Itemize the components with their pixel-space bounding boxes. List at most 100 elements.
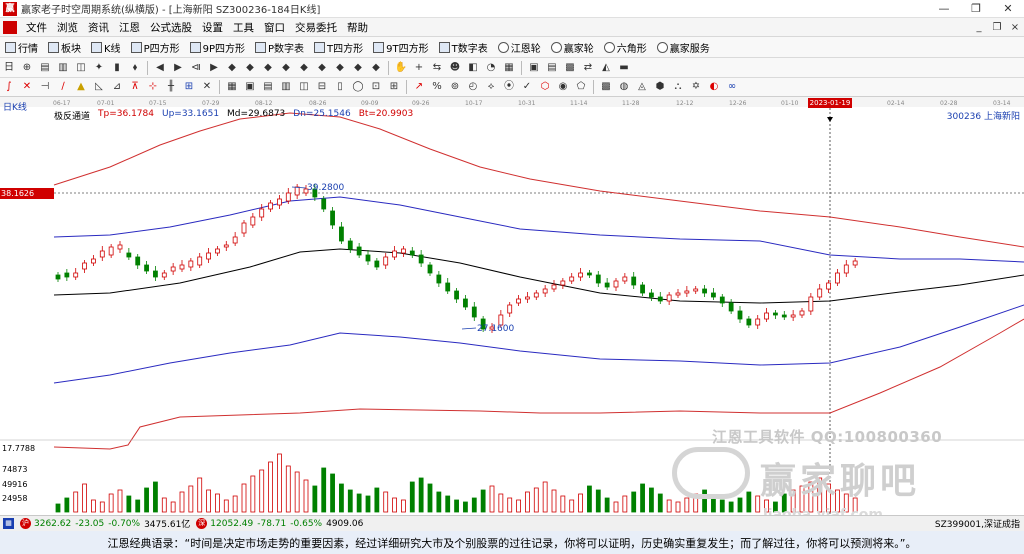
toolbar-button[interactable]: 板块 [43, 37, 86, 58]
drawing-tool-icon[interactable]: ◉ [556, 80, 570, 94]
chart-tool-icon[interactable]: ⧏ [189, 61, 203, 75]
drawing-tool-icon[interactable]: ✕ [200, 80, 214, 94]
toolbar-button[interactable]: 江恩轮 [493, 37, 546, 58]
toolbar-button[interactable]: T四方形 [309, 37, 368, 58]
chart-tool-icon[interactable]: ◆ [315, 61, 329, 75]
chart-tool-icon[interactable]: ✦ [92, 61, 106, 75]
menu-item[interactable]: 交易委托 [290, 20, 342, 35]
mdi-minimize-button[interactable]: _ [970, 22, 988, 33]
chart-tool-icon[interactable]: ▶ [207, 61, 221, 75]
drawing-tool-icon[interactable]: % [430, 80, 444, 94]
drawing-tool-icon[interactable]: ◬ [635, 80, 649, 94]
drawing-tool-icon[interactable]: ◺ [92, 80, 106, 94]
drawing-tool-icon[interactable]: ▲ [74, 80, 88, 94]
toolbar-button[interactable]: P四方形 [126, 37, 185, 58]
toolbar-button[interactable]: 9P四方形 [185, 37, 250, 58]
drawing-tool-icon[interactable]: ✡ [689, 80, 703, 94]
chart-tool-icon[interactable]: ◧ [466, 61, 480, 75]
drawing-tool-icon[interactable]: ⬠ [574, 80, 588, 94]
menu-item[interactable]: 工具 [228, 20, 259, 35]
chart-tool-icon[interactable]: ▩ [563, 61, 577, 75]
drawing-tool-icon[interactable]: ◍ [617, 80, 631, 94]
toolbar-button[interactable]: 赢家服务 [652, 37, 715, 58]
drawing-tool-icon[interactable]: ⊞ [182, 80, 196, 94]
drawing-tool-icon[interactable]: ⛬ [671, 80, 685, 94]
chart-tool-icon[interactable]: ⇄ [581, 61, 595, 75]
drawing-tool-icon[interactable]: ▥ [279, 80, 293, 94]
grid-icon[interactable]: ▦ [3, 518, 14, 529]
drawing-tool-icon[interactable]: ▤ [261, 80, 275, 94]
chart-tool-icon[interactable]: ◔ [484, 61, 498, 75]
drawing-tool-icon[interactable]: ∞ [725, 80, 739, 94]
chart-tool-icon[interactable]: ⬧ [128, 61, 142, 75]
drawing-tool-icon[interactable]: ⊞ [387, 80, 401, 94]
drawing-tool-icon[interactable]: ◫ [297, 80, 311, 94]
drawing-tool-icon[interactable]: ▣ [243, 80, 257, 94]
drawing-tool-icon[interactable]: ⊿ [110, 80, 124, 94]
drawing-tool-icon[interactable]: ▯ [333, 80, 347, 94]
chart-tool-icon[interactable]: ▮ [110, 61, 124, 75]
chart-tool-icon[interactable]: ◆ [297, 61, 311, 75]
chart-tool-icon[interactable]: ◆ [333, 61, 347, 75]
chart-tool-icon[interactable]: ◆ [279, 61, 293, 75]
drawing-tool-icon[interactable]: ◴ [466, 80, 480, 94]
drawing-tool-icon[interactable]: ✓ [520, 80, 534, 94]
drawing-tool-icon[interactable]: ↗ [412, 80, 426, 94]
drawing-tool-icon[interactable]: ✕ [20, 80, 34, 94]
drawing-tool-icon[interactable]: ⊡ [369, 80, 383, 94]
chart-tool-icon[interactable]: + [412, 61, 426, 75]
chart-tool-icon[interactable]: ◆ [261, 61, 275, 75]
chart-tool-icon[interactable]: ▤ [38, 61, 52, 75]
close-button[interactable]: ✕ [992, 0, 1024, 18]
toolbar-button[interactable]: 六角形 [599, 37, 652, 58]
toolbar-button[interactable]: 行情 [0, 37, 43, 58]
chart-tool-icon[interactable]: ▣ [527, 61, 541, 75]
minimize-button[interactable]: — [928, 0, 960, 18]
toolbar-button[interactable]: T数字表 [434, 37, 493, 58]
chart-tool-icon[interactable]: ▶ [171, 61, 185, 75]
chart-tool-icon[interactable]: ◀ [153, 61, 167, 75]
drawing-tool-icon[interactable]: ◐ [707, 80, 721, 94]
drawing-tool-icon[interactable]: ⬡ [538, 80, 552, 94]
kline-chart[interactable]: 06-17 07-01 07-15 07-29 08-12 08-26 09-09 09-26… [0, 97, 1024, 523]
chart-tool-icon[interactable]: ▦ [502, 61, 516, 75]
toolbar-button[interactable]: P数字表 [250, 37, 309, 58]
chart-tool-icon[interactable]: ◭ [599, 61, 613, 75]
menu-item[interactable]: 帮助 [342, 20, 373, 35]
mdi-restore-button[interactable]: ❐ [988, 22, 1006, 33]
menu-item[interactable]: 江恩 [114, 20, 145, 35]
menu-item[interactable]: 资讯 [83, 20, 114, 35]
chart-tool-icon[interactable]: ⇆ [430, 61, 444, 75]
chart-tool-icon[interactable]: ◆ [351, 61, 365, 75]
drawing-tool-icon[interactable]: ⊟ [315, 80, 329, 94]
toolbar-button[interactable]: 9T四方形 [368, 37, 433, 58]
drawing-tool-icon[interactable]: ⊚ [448, 80, 462, 94]
drawing-tool-icon[interactable]: ⬢ [653, 80, 667, 94]
mdi-close-button[interactable]: × [1006, 22, 1024, 33]
chart-tool-icon[interactable]: ⊕ [20, 61, 34, 75]
chart-tool-icon[interactable]: 日 [2, 61, 16, 75]
chart-tool-icon[interactable]: ☻ [448, 61, 462, 75]
drawing-tool-icon[interactable]: ∫ [2, 80, 16, 94]
drawing-tool-icon[interactable]: ▩ [599, 80, 613, 94]
chart-tool-icon[interactable]: ◫ [74, 61, 88, 75]
drawing-tool-icon[interactable]: ∕ [56, 80, 70, 94]
drawing-tool-icon[interactable]: ⦿ [502, 80, 516, 94]
menu-item[interactable]: 设置 [197, 20, 228, 35]
drawing-tool-icon[interactable]: ⊼ [128, 80, 142, 94]
chart-tool-icon[interactable]: ▬ [617, 61, 631, 75]
toolbar-button[interactable]: 赢家轮 [546, 37, 599, 58]
drawing-tool-icon[interactable]: ╫ [164, 80, 178, 94]
menu-item[interactable]: 公式选股 [145, 20, 197, 35]
menu-item[interactable]: 浏览 [52, 20, 83, 35]
chart-tool-icon[interactable]: ◆ [225, 61, 239, 75]
drawing-tool-icon[interactable]: ⊣ [38, 80, 52, 94]
drawing-tool-icon[interactable]: ◯ [351, 80, 365, 94]
drawing-tool-icon[interactable]: ▦ [225, 80, 239, 94]
chart-tool-icon[interactable]: ✋ [394, 61, 408, 75]
drawing-tool-icon[interactable]: ⟡ [484, 80, 498, 94]
menu-item[interactable]: 窗口 [259, 20, 290, 35]
restore-button[interactable]: ❐ [960, 0, 992, 18]
drawing-tool-icon[interactable]: ⊹ [146, 80, 160, 94]
menu-item[interactable]: 文件 [21, 20, 52, 35]
